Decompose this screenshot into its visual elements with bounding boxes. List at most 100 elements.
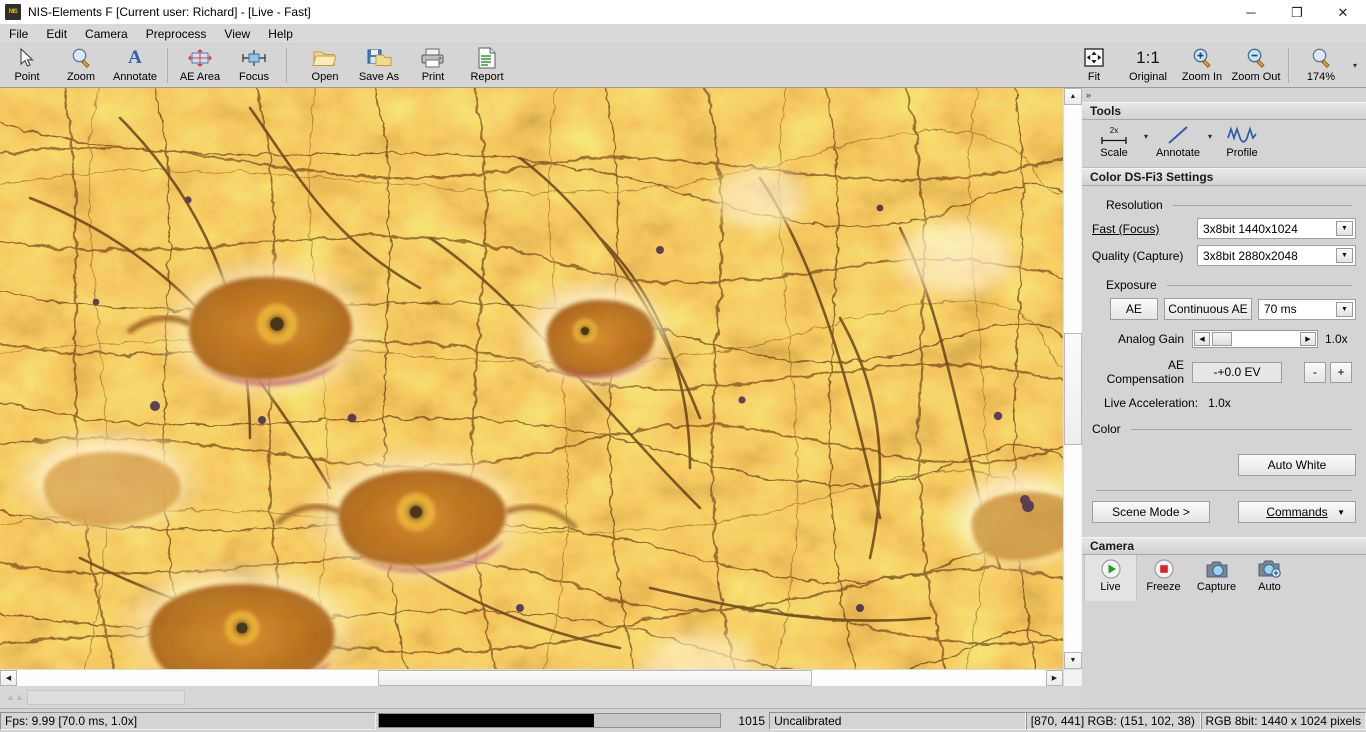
scroll-up-button[interactable]: ▲ — [1064, 88, 1082, 105]
settings-action-row: Scene Mode > Commands ▼ — [1092, 501, 1356, 523]
color-group-rule — [1131, 429, 1352, 430]
close-button[interactable]: ✕ — [1320, 0, 1366, 24]
camera-live-button[interactable]: Live — [1084, 555, 1137, 601]
toolbar-zoom-label: Zoom — [67, 71, 95, 84]
live-microscopy-histology-image[interactable] — [0, 88, 1063, 669]
camera-auto-label: Auto — [1258, 581, 1281, 593]
auto-white-button[interactable]: Auto White — [1238, 454, 1356, 476]
toolbar-print-label: Print — [422, 71, 445, 84]
camera-auto-button[interactable]: Auto — [1243, 555, 1296, 601]
toolbar-point-button[interactable]: Point — [0, 44, 54, 87]
tool-annotate-button[interactable]: Annotate — [1154, 120, 1202, 167]
fast-focus-combo[interactable]: 3x8bit 1440x1024 ▼ — [1197, 218, 1356, 239]
tools-section-header[interactable]: Tools — [1082, 102, 1366, 120]
tool-profile-button[interactable]: Profile — [1218, 120, 1266, 167]
exposure-time-value: 70 ms — [1264, 302, 1297, 316]
menu-camera-label: Camera — [85, 27, 128, 41]
horizontal-scroll-thumb[interactable] — [378, 670, 812, 686]
toolbar-zoom-out-button[interactable]: Zoom Out — [1229, 44, 1283, 87]
scene-mode-button[interactable]: Scene Mode > — [1092, 501, 1210, 523]
analog-gain-value: 1.0x — [1325, 332, 1348, 346]
menu-preprocess[interactable]: Preprocess — [137, 25, 216, 43]
toolbar-zoom-in-button[interactable]: Zoom In — [1175, 44, 1229, 87]
status-progress-fill — [379, 714, 594, 727]
menu-file[interactable]: File — [0, 25, 37, 43]
chevron-down-icon[interactable]: ▼ — [1336, 302, 1353, 317]
collapsed-bottom-control[interactable] — [27, 690, 185, 705]
toolbar-report-button[interactable]: Report — [460, 44, 514, 87]
toolbar-zoom-out-label: Zoom Out — [1232, 71, 1281, 84]
chevron-down-icon[interactable]: ▼ — [1337, 508, 1345, 517]
menu-view[interactable]: View — [215, 25, 259, 43]
toolbar-zoom-level-button[interactable]: 174% — [1294, 44, 1348, 87]
quality-capture-combo[interactable]: 3x8bit 2880x2048 ▼ — [1197, 245, 1356, 266]
analog-gain-slider[interactable]: ◀ ▶ — [1192, 330, 1318, 348]
application-window: NIS NIS-Elements F [Current user: Richar… — [0, 0, 1366, 732]
vertical-scroll-thumb[interactable] — [1064, 333, 1082, 445]
toolbar-open-button[interactable]: Open — [298, 44, 352, 87]
tool-annotate-caret-icon[interactable]: ▾ — [1202, 120, 1218, 167]
toolbar-original-button[interactable]: 1:1 Original — [1121, 44, 1175, 87]
camera-settings-section-header[interactable]: Color DS-Fi3 Settings — [1082, 168, 1366, 186]
toolbar-annotate-label: Annotate — [113, 71, 157, 84]
live-acceleration-label: Live Acceleration: — [1104, 396, 1198, 410]
commands-button[interactable]: Commands ▼ — [1238, 501, 1356, 523]
toolbar-print-button[interactable]: Print — [406, 44, 460, 87]
scroll-left-button[interactable]: ◀ — [0, 670, 17, 686]
report-document-icon — [474, 46, 500, 70]
scroll-right-button[interactable]: ▶ — [1046, 670, 1063, 686]
ae-compensation-value[interactable]: -+0.0 EV — [1192, 362, 1282, 383]
tool-scale-caret-icon[interactable]: ▾ — [1138, 120, 1154, 167]
color-group-line: Color — [1092, 422, 1356, 436]
status-calibration: Uncalibrated — [769, 712, 1026, 730]
ae-button[interactable]: AE — [1110, 298, 1158, 320]
resolution-group-label: Resolution — [1106, 198, 1163, 212]
ae-compensation-minus-button[interactable]: - — [1304, 362, 1326, 383]
minimize-button[interactable]: ─ — [1228, 0, 1274, 24]
camera-capture-button[interactable]: Capture — [1190, 555, 1243, 601]
scroll-down-button[interactable]: ▼ — [1064, 652, 1082, 669]
viewport-vertical-scrollbar[interactable]: ▲ ▼ — [1063, 88, 1081, 669]
chevron-down-icon[interactable]: ▼ — [1336, 248, 1353, 263]
toolbar-overflow-caret-icon[interactable]: ▾ — [1348, 44, 1362, 87]
camera-section-header[interactable]: Camera — [1082, 537, 1366, 555]
fast-focus-label[interactable]: Fast (Focus) — [1092, 222, 1197, 236]
toolbar-ae-area-label: AE Area — [180, 71, 220, 84]
expand-bottom-bar-icon[interactable]: ▲▲ — [6, 691, 20, 704]
camera-button-row: Live Freeze Capture — [1082, 555, 1366, 601]
toolbar-save-as-button[interactable]: Save As — [352, 44, 406, 87]
camera-freeze-label: Freeze — [1146, 581, 1180, 593]
continuous-ae-button[interactable]: Continuous AE — [1164, 298, 1252, 320]
image-viewport[interactable] — [0, 88, 1081, 669]
exposure-time-combo[interactable]: 70 ms ▼ — [1258, 299, 1356, 320]
panel-expand-chevrons-icon[interactable]: » — [1082, 88, 1366, 102]
fast-focus-row: Fast (Focus) 3x8bit 1440x1024 ▼ — [1092, 218, 1356, 239]
status-pixel-readout: [870, 441] RGB: (151, 102, 38) — [1026, 712, 1201, 730]
toolbar-annotate-button[interactable]: A Annotate — [108, 44, 162, 87]
toolbar-separator-2 — [286, 48, 287, 83]
menu-file-label: File — [9, 27, 28, 41]
camera-live-label: Live — [1100, 581, 1120, 593]
analog-gain-slider-thumb[interactable] — [1212, 332, 1232, 346]
slider-increase-icon[interactable]: ▶ — [1300, 332, 1316, 346]
viewport-horizontal-scrollbar[interactable]: ◀ ▶ — [0, 669, 1063, 686]
auto-white-row: Auto White — [1092, 454, 1356, 476]
toolbar-group-zoom: Fit 1:1 Original Zoom In — [1067, 44, 1366, 87]
menu-help[interactable]: Help — [259, 25, 302, 43]
toolbar-zoom-button[interactable]: Zoom — [54, 44, 108, 87]
slider-decrease-icon[interactable]: ◀ — [1194, 332, 1210, 346]
toolbar-ae-area-button[interactable]: AE Area — [173, 44, 227, 87]
tool-scale-button[interactable]: 2x Scale — [1090, 120, 1138, 167]
toolbar-separator-3 — [1288, 48, 1289, 83]
chevron-down-icon[interactable]: ▼ — [1336, 221, 1353, 236]
menu-edit[interactable]: Edit — [37, 25, 76, 43]
ae-compensation-plus-button[interactable]: + — [1330, 362, 1352, 383]
toolbar-focus-button[interactable]: Focus — [227, 44, 281, 87]
camera-capture-icon — [1204, 558, 1230, 580]
toolbar-fit-button[interactable]: Fit — [1067, 44, 1121, 87]
menu-camera[interactable]: Camera — [76, 25, 137, 43]
menu-bar: File Edit Camera Preprocess View Help — [0, 24, 1366, 44]
camera-settings-body: Resolution Fast (Focus) 3x8bit 1440x1024… — [1082, 186, 1366, 535]
restore-button[interactable]: ❐ — [1274, 0, 1320, 24]
camera-freeze-button[interactable]: Freeze — [1137, 555, 1190, 601]
